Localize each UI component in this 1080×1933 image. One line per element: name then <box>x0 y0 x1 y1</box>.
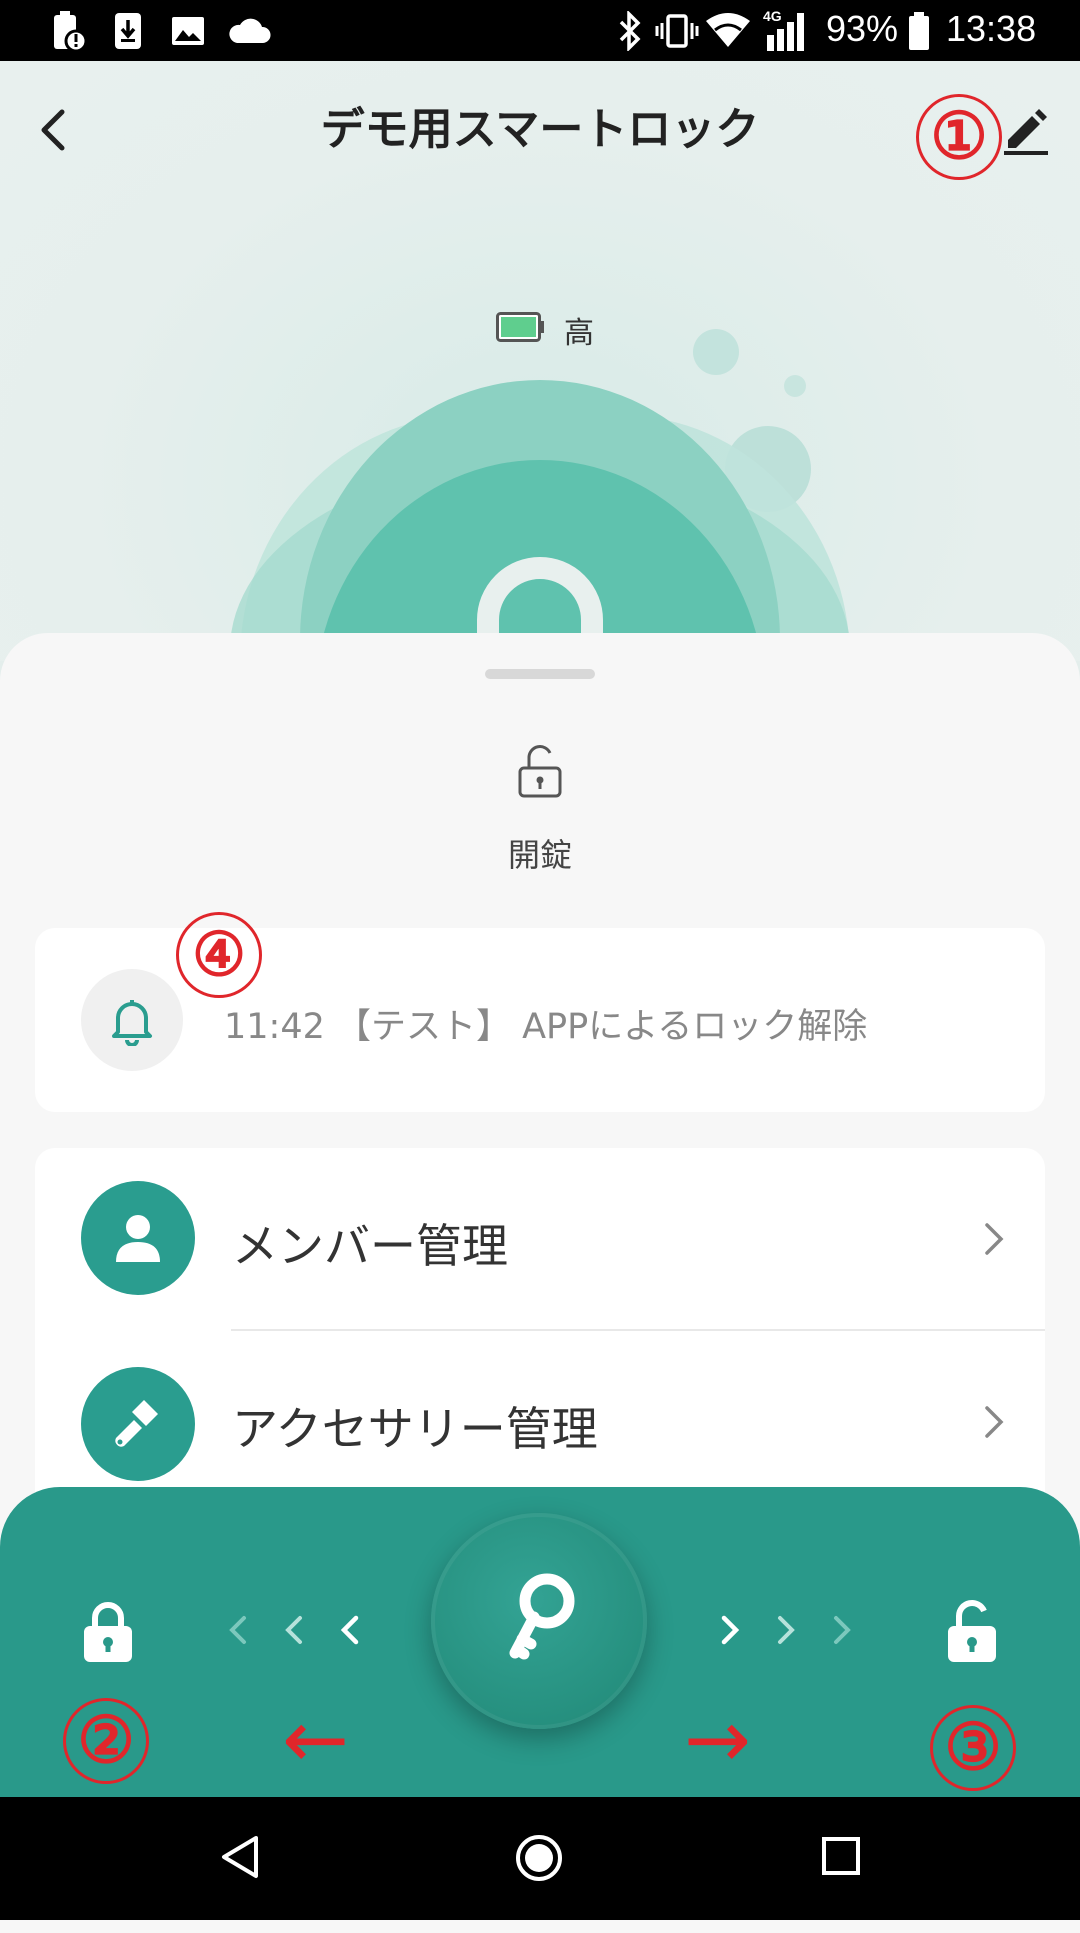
bell-icon <box>112 1000 152 1046</box>
image-icon <box>168 0 208 61</box>
annotation-marker-2: ② <box>63 1698 149 1784</box>
menu-item-label: アクセサリー管理 <box>232 1402 598 1456</box>
locked-padlock-icon <box>84 1602 132 1662</box>
device-battery-icon <box>496 312 544 342</box>
annotation-marker-3: ③ <box>930 1705 1016 1791</box>
status-bar: 4G 93% 13:38 <box>0 0 1080 61</box>
latest-activity-text: 11:42 【テスト】 APPによるロック解除 <box>224 1007 868 1047</box>
battery-percent: 93% <box>826 8 899 49</box>
bluetooth-icon <box>614 0 646 61</box>
key-slider-button[interactable] <box>431 1513 647 1729</box>
nav-recents-icon[interactable] <box>820 1835 862 1877</box>
slide-right-hint-icon <box>721 1615 851 1645</box>
unlocked-padlock-icon <box>515 740 565 800</box>
unlock-button[interactable] <box>942 1596 1002 1666</box>
screwdriver-icon <box>81 1367 195 1481</box>
notification-bell <box>81 969 183 1071</box>
battery-icon <box>904 0 934 61</box>
key-icon <box>509 1573 575 1660</box>
slide-left-hint-icon <box>229 1615 359 1645</box>
battery-saver-icon <box>48 0 88 61</box>
system-navigation-bar <box>0 1797 1080 1920</box>
wifi-icon <box>704 0 752 61</box>
sheet-drag-handle[interactable] <box>485 669 595 679</box>
chevron-right-icon <box>985 1223 1004 1255</box>
lock-state-label: 開錠 <box>507 836 572 874</box>
person-icon <box>81 1181 195 1295</box>
chevron-right-icon <box>985 1406 1004 1438</box>
annotation-marker-1: ① <box>916 94 1002 180</box>
nav-home-icon[interactable] <box>514 1833 564 1883</box>
nav-back-icon[interactable] <box>218 1833 262 1881</box>
annotation-marker-4: ④ <box>176 912 262 998</box>
menu-item-accessory-management[interactable]: アクセサリー管理 <box>35 1331 1045 1491</box>
annotation-arrow-right: → <box>684 1693 752 1786</box>
battery-level-label: 高 <box>564 316 594 351</box>
vibrate-icon <box>654 0 700 61</box>
unlocked-padlock-icon <box>948 1600 996 1662</box>
cloud-icon <box>226 0 272 61</box>
pencil-icon <box>1004 109 1048 155</box>
lock-button[interactable] <box>78 1598 138 1666</box>
svg-text:4G: 4G <box>763 9 782 24</box>
clock: 13:38 <box>946 8 1037 49</box>
download-icon <box>110 0 146 61</box>
edit-button[interactable] <box>998 102 1054 158</box>
signal-icon: 4G <box>762 0 810 61</box>
menu-item-member-management[interactable]: メンバー管理 <box>35 1148 1045 1328</box>
annotation-arrow-left: ← <box>282 1693 350 1786</box>
menu-item-label: メンバー管理 <box>232 1219 508 1273</box>
